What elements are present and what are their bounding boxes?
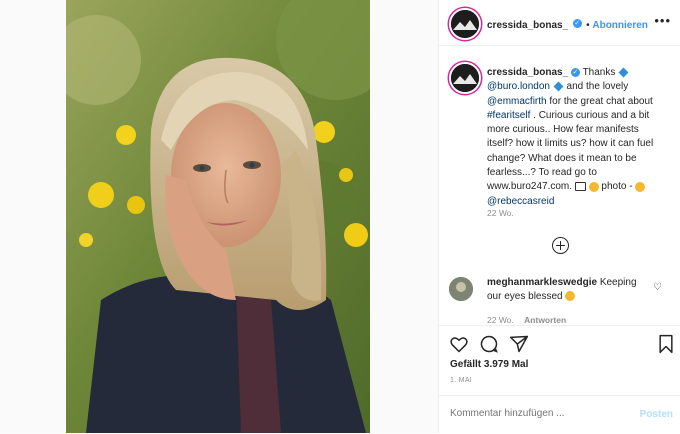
caption-text: . Curious curious and a bit more curious… xyxy=(487,109,654,193)
caption-time[interactable]: 22 Wo. xyxy=(487,208,514,218)
verified-badge-icon: ✓ xyxy=(572,19,582,29)
action-bar xyxy=(439,325,680,356)
post-photo[interactable] xyxy=(66,0,370,433)
blue-diamond-icon xyxy=(618,67,629,78)
follow-button[interactable]: Abonnieren xyxy=(592,20,648,31)
comment: meghanmarkleswedgie Keeping our eyes ble… xyxy=(487,276,652,303)
caption-author[interactable]: cressida_bonas_ xyxy=(487,67,568,78)
hashtag-fearitself[interactable]: #fearitself xyxy=(487,110,530,121)
commenter-username[interactable]: meghanmarkleswedgie xyxy=(487,277,597,288)
post-date: 1. MAI xyxy=(450,377,473,384)
heart-eyes-emoji-icon xyxy=(565,290,576,301)
comment-like-heart-icon[interactable]: ♡ xyxy=(653,282,662,293)
author-username[interactable]: cressida_bonas_ xyxy=(487,20,568,31)
post-caption: cressida_bonas_ ✓ Thanks @buro.london an… xyxy=(487,66,667,209)
caption-text: for the great chat about xyxy=(549,95,653,107)
post-side-panel: cressida_bonas_ ✓ • Abonnieren ••• cress… xyxy=(438,0,680,433)
caption-text: and the lovely xyxy=(566,81,629,93)
comment-meta: 22 Wo. Antworten xyxy=(487,315,566,325)
more-options-icon[interactable]: ••• xyxy=(654,13,671,28)
author-avatar[interactable] xyxy=(449,8,481,40)
like-heart-icon[interactable] xyxy=(449,334,469,354)
share-paper-plane-icon[interactable] xyxy=(509,334,529,354)
bookmark-icon[interactable] xyxy=(657,334,675,354)
post-header: cressida_bonas_ ✓ • Abonnieren ••• xyxy=(439,0,680,46)
caption-text: photo - xyxy=(601,181,633,193)
caption-text: Thanks xyxy=(582,67,616,78)
mention-rebeccasreid[interactable]: @rebeccasreid xyxy=(487,196,554,207)
comment-time[interactable]: 22 Wo. xyxy=(487,315,514,325)
caption-author-avatar[interactable] xyxy=(449,62,481,94)
camera-emoji-icon xyxy=(574,182,586,192)
verified-badge-icon: ✓ xyxy=(570,67,580,77)
likes-count[interactable]: Gefällt 3.979 Mal xyxy=(450,359,528,370)
comment-input-row: Posten xyxy=(439,395,680,434)
commenter-avatar[interactable] xyxy=(449,277,473,301)
comment-bubble-icon[interactable] xyxy=(479,334,499,354)
left-backdrop xyxy=(0,0,66,433)
post-comment-button[interactable]: Posten xyxy=(640,409,673,420)
mention-buro-london[interactable]: @buro.london xyxy=(487,81,550,92)
load-more-comments-icon[interactable] xyxy=(552,237,569,254)
reply-button[interactable]: Antworten xyxy=(524,315,566,325)
right-backdrop xyxy=(370,0,438,433)
comment-input[interactable] xyxy=(450,408,620,419)
blue-diamond-icon xyxy=(553,81,564,92)
mention-emmacfirth[interactable]: @emmacfirth xyxy=(487,96,547,107)
emoji-face-icon xyxy=(635,181,646,192)
emoji-face-icon xyxy=(588,181,599,192)
